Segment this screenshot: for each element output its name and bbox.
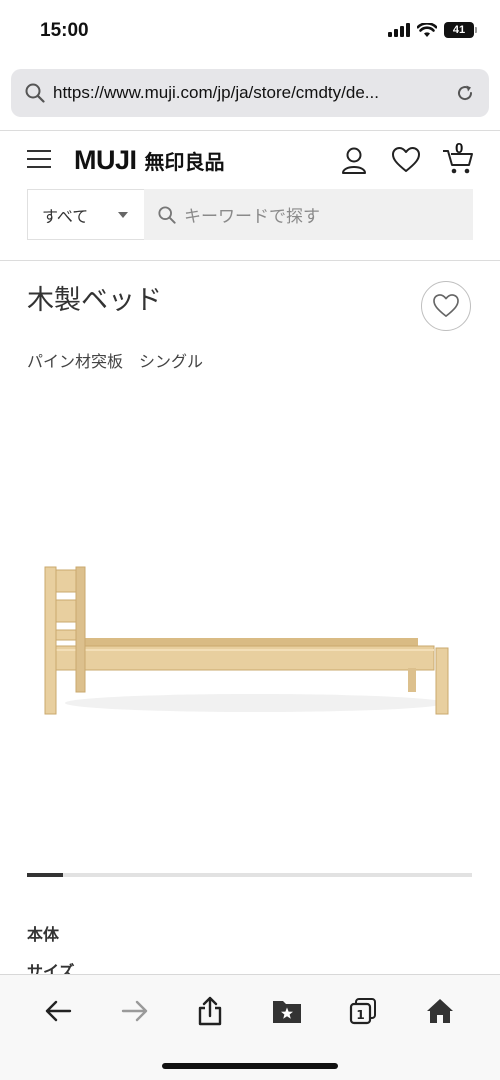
cart-count: 0 [455, 140, 464, 157]
header-icons: 0 [338, 140, 474, 176]
header-divider [0, 260, 500, 261]
search-placeholder: キーワードで探す [184, 207, 320, 227]
search-icon [158, 205, 176, 224]
add-to-favorites-button[interactable] [421, 281, 471, 331]
chevron-down-icon [118, 212, 128, 218]
cellular-signal-icon [388, 23, 410, 37]
image-carousel-scrollbar[interactable] [27, 873, 472, 877]
tabs-button[interactable]: 1 [343, 993, 383, 1029]
url-text[interactable]: https://www.muji.com/jp/ja/store/cmdty/d… [53, 83, 455, 103]
favorites-button[interactable] [390, 144, 422, 176]
menu-icon[interactable] [27, 150, 51, 170]
share-button[interactable] [190, 993, 230, 1029]
site-header: MUJI 無印良品 0 [0, 140, 500, 180]
bookmarks-button[interactable] [267, 993, 307, 1029]
status-bar: 15:00 41 [0, 0, 500, 62]
tabs-icon: 1 [349, 998, 376, 1025]
battery-indicator: 41 [444, 22, 477, 38]
address-bar[interactable]: https://www.muji.com/jp/ja/store/cmdty/d… [11, 69, 489, 117]
product-title: 木製ベッド [27, 285, 162, 316]
home-button[interactable] [420, 993, 460, 1029]
category-dropdown[interactable]: すべて [27, 189, 144, 240]
account-button[interactable] [338, 144, 370, 176]
search-row: すべて キーワードで探す [27, 189, 473, 240]
tabs-count: 1 [356, 1008, 364, 1022]
logo-latin: MUJI [74, 145, 137, 175]
status-icons: 41 [388, 22, 477, 38]
user-icon [342, 147, 366, 174]
heart-icon [392, 147, 420, 172]
browser-toolbar: 1 [0, 974, 500, 1080]
product-image-bed[interactable] [40, 560, 460, 720]
bookmarks-icon [273, 1001, 301, 1023]
carousel-progress-thumb[interactable] [27, 873, 63, 877]
logo-japanese: 無印良品 [144, 150, 225, 174]
back-button[interactable] [38, 993, 78, 1029]
spec-item-size: サイズ [27, 962, 75, 974]
home-indicator[interactable] [162, 1063, 338, 1069]
status-time: 15:00 [40, 20, 89, 41]
home-icon [427, 999, 453, 1023]
search-input[interactable]: キーワードで探す [144, 189, 473, 240]
heart-icon [433, 294, 459, 317]
forward-arrow-icon [121, 1000, 148, 1022]
product-subtitle: パイン材突板 シングル [27, 352, 204, 371]
address-bar-divider [0, 130, 500, 131]
share-icon [198, 996, 222, 1026]
spec-heading: 本体 [27, 925, 60, 944]
category-value: すべて [42, 206, 89, 226]
wifi-icon [417, 22, 437, 37]
muji-logo[interactable]: MUJI 無印良品 [74, 145, 225, 176]
reload-icon[interactable] [455, 83, 475, 103]
search-icon [25, 83, 45, 103]
forward-button[interactable] [115, 993, 155, 1029]
back-arrow-icon [45, 1000, 72, 1022]
cart-button[interactable]: 0 [442, 140, 474, 176]
